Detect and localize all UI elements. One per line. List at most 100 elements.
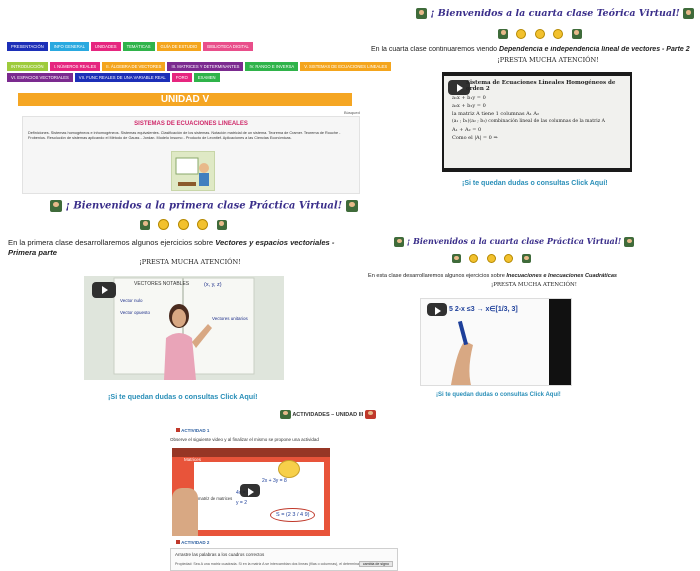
smiley-icon	[486, 254, 496, 264]
nav-tab[interactable]: INFO GENERAL	[49, 42, 89, 51]
activity-2-property: Propiedad: Sea A una matriz cuadrada. Si…	[175, 562, 380, 566]
nav-row-3: VI. ESPACIOS VECTORIALES VII. FUNC REALE…	[7, 73, 220, 82]
nav-tab[interactable]: UNIDADES	[90, 42, 121, 51]
nav-tab[interactable]: I. NÚMEROS REALES	[49, 62, 101, 71]
nav-tab[interactable]: IV. RANGO E INVERSA	[245, 62, 299, 71]
nav-tab[interactable]: INTRODUCCIÓN	[7, 62, 48, 71]
student-avatar-icon	[216, 219, 227, 230]
student-avatar-icon	[498, 28, 508, 39]
video-player[interactable]: VECTORES NOTABLES (x, y, z) Vector nulo …	[84, 276, 284, 380]
activity-2-box: Arrastre las palabras a los cuadros corr…	[170, 548, 398, 571]
video-math: 5 2-x ≤3 → x∈[1/3, 3]	[449, 306, 518, 313]
section-description: Definiciones. Sistemas homogéneos e inho…	[28, 131, 341, 140]
answer-chip[interactable]: cambia de signo	[358, 561, 393, 567]
smiley-icon	[504, 254, 514, 264]
eq-line: 2x + 3y = 8	[262, 478, 287, 484]
student-avatar-icon	[140, 219, 150, 230]
nav-tab[interactable]: TEMÁTICAS	[122, 42, 155, 51]
nav-row-1: PRESENTACIÓN INFO GENERAL UNIDADES TEMÁT…	[7, 42, 253, 51]
smiley-icon	[469, 254, 479, 264]
intro-prefix: En la primera clase desarrollaremos algu…	[8, 238, 216, 247]
board-title: VECTORES NOTABLES	[134, 281, 190, 287]
activity-marker-icon	[176, 540, 180, 544]
nav-tab[interactable]: GUÍA DE ESTUDIO	[156, 42, 202, 51]
course-panel: PRESENTACIÓN INFO GENERAL UNIDADES TEMÁT…	[4, 38, 392, 198]
intro-prefix: En esta clase desarrollaremos algunos ej…	[368, 273, 507, 279]
attention-text: ¡PRESTA MUCHA ATENCIÓN!	[497, 56, 599, 64]
smiley-icon	[177, 219, 189, 231]
play-button[interactable]	[92, 282, 116, 298]
video-line: a₂x + b₂y = 0	[452, 103, 486, 109]
video-title: Sistema de Ecuaciones Lineales Homogéneo…	[466, 80, 616, 92]
welcome-text: ¡ Bienvenidos a la cuarta clase Teórica …	[430, 8, 680, 19]
student-avatar-icon	[452, 254, 461, 264]
nav-tab[interactable]: FORO	[171, 73, 192, 82]
matrix-label: matriz de matrices	[198, 496, 233, 501]
activities-header: ACTIVIDADES – UNIDAD III	[280, 410, 376, 419]
welcome-heading: ¡ Bienvenidos a la primera clase Práctic…	[50, 200, 358, 212]
welcome-heading: ¡ Bienvenidos a la cuarta clase Práctica…	[394, 236, 635, 247]
activities-title: ACTIVIDADES – UNIDAD III	[292, 411, 364, 418]
intro-prefix: En la cuarta clase continuaremos viendo	[371, 46, 500, 53]
board-line: Vector nulo	[120, 298, 143, 303]
attention-text: ¡PRESTA MUCHA ATENCIÓN!	[139, 258, 241, 266]
search-label[interactable]: Búsqued	[344, 110, 364, 115]
nav-tab[interactable]: II. ÁLGEBRA DE VECTORES	[102, 62, 166, 71]
practice-class-4-panel: ¡ Bienvenidos a la cuarta clase Práctica…	[364, 232, 700, 402]
board-line: Vectores unitarios	[212, 316, 248, 321]
video-line: la matriz A tiene 1 columnas A₁ A₂	[452, 111, 539, 117]
intro-topic: Inecuaciones e Inecuaciones Cuadráticas	[506, 273, 618, 279]
notebook-icon	[364, 410, 376, 419]
emoji-row	[138, 216, 229, 234]
welcome-heading: ¡ Bienvenidos a la cuarta clase Teórica …	[416, 8, 695, 19]
class-intro: En la primera clase desarrollaremos algu…	[8, 238, 364, 258]
nav-tab[interactable]: III. MATRICES Y DETERMINANTES	[167, 62, 244, 71]
unit-description-box: SISTEMAS DE ECUACIONES LINEALES Definici…	[22, 116, 360, 194]
video-player[interactable]: Sistema de Ecuaciones Lineales Homogéneo…	[442, 72, 632, 172]
play-button[interactable]	[448, 80, 470, 95]
teacher-avatar-icon	[394, 237, 404, 247]
video-titlebar: Matrices	[172, 448, 330, 462]
nav-tab[interactable]: VII. FUNC REALES DE UNA VARIABLE REAL	[74, 73, 170, 82]
play-button[interactable]	[240, 484, 260, 497]
emoji-row	[450, 250, 533, 268]
nav-tab[interactable]: BIBLIOTECA DIGITAL	[203, 42, 253, 51]
smiley-icon	[553, 28, 564, 39]
video-line: A₁ + A₂ = 0	[452, 127, 482, 133]
nav-tab[interactable]: EXAMEN	[193, 73, 220, 82]
video-line: Como el |A| = 0 ⇒	[452, 135, 498, 141]
smiley-icon	[158, 219, 170, 231]
emoji-row	[496, 25, 584, 43]
teacher-avatar-icon	[50, 200, 62, 212]
hand-illustration	[172, 488, 198, 536]
teacher-avatar-icon	[416, 8, 427, 19]
teacher-avatar-icon	[624, 237, 635, 247]
help-link[interactable]: ¡Si te quedan dudas o consultas Click Aq…	[436, 392, 561, 398]
activity-1-label: ACTIVIDAD 1	[181, 428, 210, 433]
practice-class-1-panel: ¡ Bienvenidos a la primera clase Práctic…	[0, 196, 364, 406]
video-line: a₁x + b₁y = 0	[452, 95, 486, 101]
matrix-result: S = (2 3 / 4 9)	[270, 508, 316, 522]
attention-text: ¡PRESTA MUCHA ATENCIÓN!	[491, 282, 577, 288]
play-button[interactable]	[427, 303, 447, 316]
video-whiteboard: 2x + 3y = 8 4x = 9 y = 2 matriz de matri…	[194, 460, 324, 530]
activity-1-text: Observe el siguiente video y al finaliza…	[170, 437, 319, 442]
teacher-avatar-icon	[345, 200, 358, 212]
video-line: (a₁ ; b₁)(a₂ ; b₂) combinación lineal de…	[452, 119, 605, 124]
video-player[interactable]: Matrices 2x + 3y = 8 4x = 9 y = 2 matriz…	[172, 448, 330, 536]
nav-tab[interactable]: PRESENTACIÓN	[7, 42, 48, 51]
activity-2-label: ACTIVIDAD 2	[181, 540, 210, 545]
activity-2-title: ACTIVIDAD 2	[176, 540, 209, 545]
smiley-icon	[516, 28, 527, 39]
help-link[interactable]: ¡Si te quedan dudas o consultas Click Aq…	[462, 180, 608, 187]
board-line: (x, y, z)	[204, 282, 222, 288]
help-link[interactable]: ¡Si te quedan dudas o consultas Click Aq…	[108, 392, 258, 401]
welcome-text: ¡ Bienvenidos a la cuarta clase Práctica…	[406, 236, 622, 246]
eq-line: y = 2	[236, 500, 247, 506]
theory-class-panel: ¡ Bienvenidos a la cuarta clase Teórica …	[368, 4, 700, 194]
video-player[interactable]: 5 2-x ≤3 → x∈[1/3, 3]	[420, 298, 572, 386]
group-avatar-icon	[280, 410, 291, 419]
nav-tab[interactable]: VI. ESPACIOS VECTORIALES	[7, 73, 73, 82]
student-avatar-icon	[571, 28, 582, 39]
teacher-illustration	[171, 151, 215, 191]
